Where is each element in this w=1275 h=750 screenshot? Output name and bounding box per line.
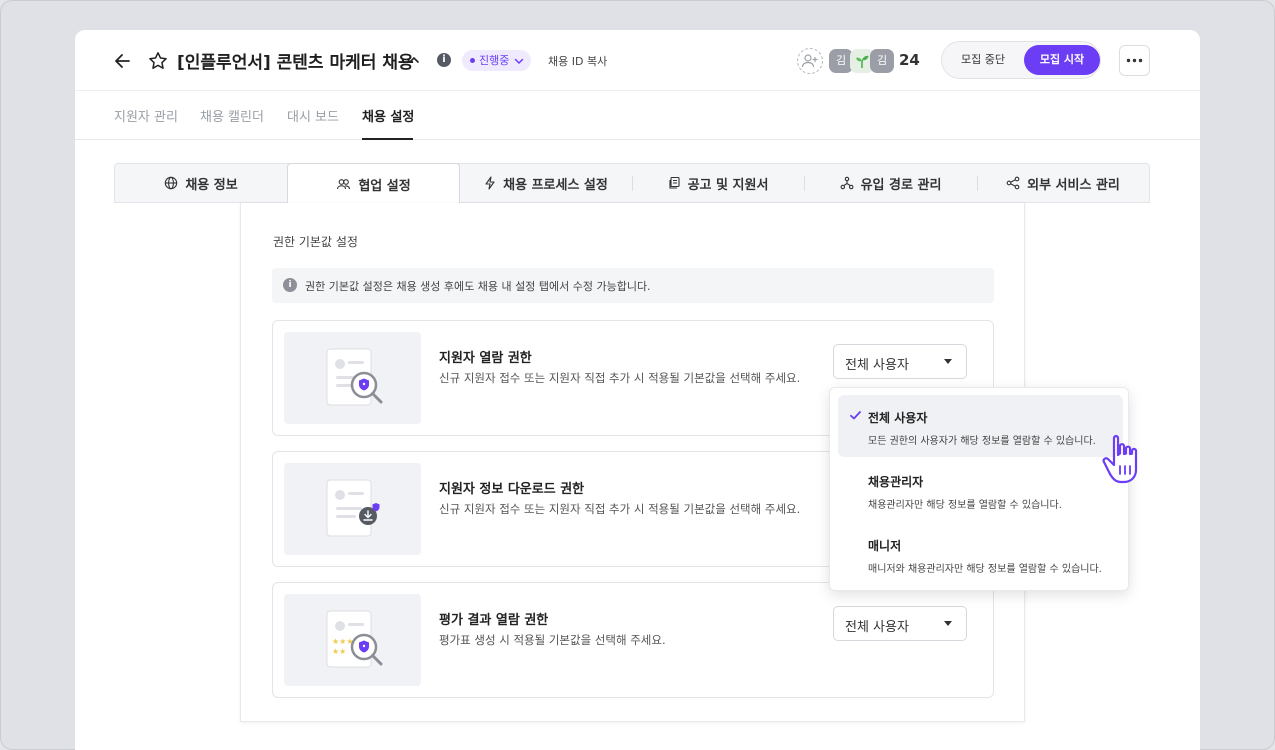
subtab-label: 채용 정보: [185, 177, 238, 193]
permission-description: 신규 지원자 접수 또는 지원자 직접 추가 시 적용될 기본값을 선택해 주세…: [439, 371, 801, 385]
dropdown-option-all-users[interactable]: 전체 사용자 모든 권한의 사용자가 해당 정보를 열람할 수 있습니다.: [838, 395, 1123, 457]
permission-select[interactable]: 전체 사용자: [833, 344, 967, 379]
permission-title: 지원자 정보 다운로드 권한: [439, 482, 585, 497]
subtab-label: 외부 서비스 관리: [1027, 177, 1120, 193]
notice-text: 권한 기본값 설정은 채용 생성 후에도 채용 내 설정 탭에서 수정 가능합니…: [305, 280, 651, 293]
option-label: 매니저: [868, 539, 902, 553]
star-icon[interactable]: [147, 50, 169, 72]
document-icon: [669, 176, 680, 189]
select-value: 전체 사용자: [845, 620, 909, 635]
info-icon[interactable]: i: [437, 53, 451, 67]
option-label: 채용관리자: [868, 475, 924, 489]
permission-description: 신규 지원자 접수 또는 지원자 직접 추가 시 적용될 기본값을 선택해 주세…: [439, 502, 801, 516]
settings-subtabs: 채용 정보 협업 설정 채용 프로세스 설정 공고 및 지원서 유입 경로 관리…: [114, 163, 1150, 204]
subtab-label: 유입 경로 관리: [860, 177, 942, 193]
stop-recruit-button[interactable]: 모집 중단: [942, 42, 1024, 78]
subtab-inflow-path[interactable]: 유입 경로 관리: [804, 164, 977, 202]
dropdown-option-recruit-admin[interactable]: 채용관리자 채용관리자만 해당 정보를 열람할 수 있습니다.: [838, 459, 1123, 521]
subtab-recruit-process[interactable]: 채용 프로세스 설정: [460, 164, 632, 202]
tab-dashboard[interactable]: 대시 보드: [287, 106, 339, 125]
avatar[interactable]: 김: [870, 49, 894, 73]
status-badge[interactable]: 진행중: [462, 50, 532, 71]
permission-select[interactable]: 전체 사용자: [833, 606, 967, 641]
users-icon: [337, 179, 351, 190]
select-value: 전체 사용자: [845, 358, 909, 373]
status-dot-icon: [470, 58, 475, 63]
status-label: 진행중: [479, 54, 510, 67]
svg-text:★★★: ★★★: [332, 637, 354, 646]
bolt-icon: [485, 176, 495, 190]
info-icon: i: [283, 278, 297, 292]
subtab-label: 채용 프로세스 설정: [503, 177, 608, 193]
permission-row-evaluation-view: ★★★ ★★ 평가 결과 열람 권한 평가표 생성 시 적용될 기본값을 선택해…: [272, 582, 994, 698]
subtab-recruit-info[interactable]: 채용 정보: [115, 164, 287, 202]
tab-applicant-management[interactable]: 지원자 관리: [114, 106, 178, 125]
permission-title: 평가 결과 열람 권한: [439, 613, 549, 628]
rating-document-icon: ★★★ ★★: [284, 594, 421, 686]
subtab-collaboration[interactable]: 협업 설정: [287, 163, 460, 204]
search-shield-document-icon: [284, 332, 421, 424]
permission-description: 평가표 생성 시 적용될 기본값을 선택해 주세요.: [439, 633, 666, 647]
member-count: 24: [899, 51, 920, 69]
globe-icon: [165, 176, 178, 190]
caret-down-icon: [944, 359, 952, 364]
option-description: 모든 권한의 사용자가 해당 정보를 열람할 수 있습니다.: [868, 436, 1096, 447]
chevron-up-icon[interactable]: [407, 53, 421, 67]
chevron-down-icon: [515, 58, 524, 64]
caret-down-icon: [944, 621, 952, 626]
tab-recruit-calendar[interactable]: 채용 캘린더: [200, 106, 264, 125]
download-document-icon: [284, 463, 421, 555]
dropdown-option-manager[interactable]: 매니저 매니저와 채용관리자만 해당 정보를 열람할 수 있습니다.: [838, 523, 1123, 585]
notice-banner: i 권한 기본값 설정은 채용 생성 후에도 채용 내 설정 탭에서 수정 가능…: [272, 268, 994, 303]
more-icon[interactable]: [1119, 45, 1150, 76]
option-description: 매니저와 채용관리자만 해당 정보를 열람할 수 있습니다.: [868, 564, 1102, 575]
page-title: [인플루언서] 콘텐츠 마케터 채용: [177, 53, 414, 73]
copy-id-button[interactable]: 채용 ID 복사: [548, 53, 607, 69]
share-icon: [1006, 176, 1020, 190]
main-nav: 지원자 관리 채용 캘린더 대시 보드 채용 설정: [75, 90, 1200, 140]
start-recruit-button[interactable]: 모집 시작: [1024, 45, 1100, 75]
option-label: 전체 사용자: [868, 411, 928, 425]
hand-cursor-icon: [1102, 435, 1138, 484]
recruit-toggle: 모집 중단 모집 시작: [941, 41, 1101, 79]
network-icon: [840, 176, 854, 190]
permission-dropdown-menu: 전체 사용자 모든 권한의 사용자가 해당 정보를 열람할 수 있습니다. 채용…: [829, 387, 1129, 591]
subtab-posting-application[interactable]: 공고 및 지원서: [632, 164, 804, 202]
add-user-icon[interactable]: [797, 48, 823, 74]
permission-title: 지원자 열람 권한: [439, 351, 532, 366]
subtab-external-services[interactable]: 외부 서비스 관리: [977, 164, 1149, 202]
arrow-left-icon[interactable]: [112, 50, 134, 72]
tab-recruit-settings[interactable]: 채용 설정: [362, 106, 414, 125]
active-tab-indicator: [362, 138, 413, 140]
subtab-label: 공고 및 지원서: [687, 177, 769, 193]
svg-text:★★: ★★: [332, 647, 346, 656]
section-title: 권한 기본값 설정: [273, 235, 358, 249]
page-header: [인플루언서] 콘텐츠 마케터 채용 i 진행중 채용 ID 복사 김 김 24…: [75, 30, 1200, 90]
subtab-label: 협업 설정: [358, 178, 411, 194]
option-description: 채용관리자만 해당 정보를 열람할 수 있습니다.: [868, 500, 1062, 511]
check-icon: [850, 411, 861, 420]
